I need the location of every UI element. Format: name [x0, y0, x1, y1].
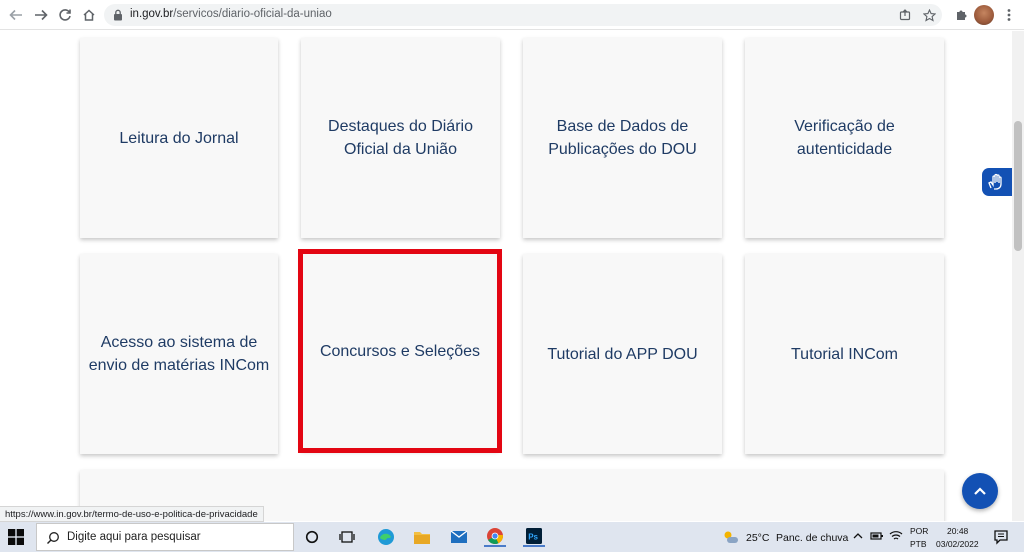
chevron-up-tray-icon[interactable]: [853, 532, 863, 540]
weather-rain-icon: [724, 531, 738, 543]
card-label: Destaques do Diário Oficial da União: [328, 118, 473, 158]
address-url: in.gov.br/servicos/diario-oficial-da-uni…: [130, 8, 332, 20]
card-label: Verificação de autenticidade: [794, 118, 895, 158]
profile-avatar[interactable]: [974, 5, 994, 25]
edge-browser-icon[interactable]: [375, 527, 397, 547]
reload-icon[interactable]: [54, 4, 76, 26]
card-label: Tutorial do APP DOU: [547, 345, 698, 363]
card-label: Leitura do Jornal: [119, 129, 239, 147]
windows-start-icon[interactable]: [8, 529, 24, 545]
file-explorer-icon[interactable]: [411, 527, 433, 547]
forward-arrow-icon[interactable]: [30, 4, 52, 26]
extensions-puzzle-icon[interactable]: [950, 4, 972, 26]
address-bar[interactable]: in.gov.br/servicos/diario-oficial-da-uni…: [104, 4, 942, 26]
bookmark-star-icon[interactable]: [922, 8, 936, 22]
card-verificacao-autenticidade[interactable]: Verificação de autenticidade: [745, 38, 944, 238]
weather-description: Panc. de chuva: [776, 532, 849, 544]
back-arrow-icon[interactable]: [5, 4, 27, 26]
card-label: Base de Dados de Publicações do DOU: [548, 118, 697, 158]
svg-text:Ps: Ps: [528, 533, 538, 542]
keyboard-layout-indicator[interactable]: PTB: [910, 539, 927, 549]
mail-icon[interactable]: [448, 527, 470, 547]
browser-menu-icon[interactable]: [998, 4, 1020, 26]
wifi-icon[interactable]: [889, 530, 903, 542]
card-acesso-incom[interactable]: Acesso ao sistema de envio de matérias I…: [80, 254, 278, 454]
clock-time[interactable]: 20:48: [947, 526, 968, 536]
windows-taskbar: Digite aqui para pesquisar Ps 25°C Panc.…: [0, 522, 1024, 552]
search-placeholder: Digite aqui para pesquisar: [67, 531, 201, 543]
scrollbar-thumb[interactable]: [1014, 121, 1022, 251]
chevron-up-icon: [974, 487, 986, 495]
language-indicator[interactable]: POR: [910, 526, 928, 536]
card-leitura-do-jornal[interactable]: Leitura do Jornal: [80, 38, 278, 238]
page-content: Leitura do Jornal Destaques do Diário Of…: [0, 31, 1012, 521]
battery-icon[interactable]: [870, 531, 884, 541]
lock-icon: [114, 9, 122, 21]
card-concursos-e-selecoes[interactable]: Concursos e Seleções: [298, 249, 502, 453]
card-label: Tutorial INCom: [791, 345, 898, 363]
card-destaques-dou[interactable]: Destaques do Diário Oficial da União: [301, 38, 500, 238]
sign-language-hands-icon: [988, 173, 1002, 190]
share-icon[interactable]: [898, 8, 912, 22]
browser-toolbar: in.gov.br/servicos/diario-oficial-da-uni…: [0, 0, 1024, 30]
search-icon: [47, 532, 59, 544]
card-tutorial-incom[interactable]: Tutorial INCom: [745, 254, 944, 454]
weather-temperature: 25°C: [746, 532, 770, 544]
notification-center-icon[interactable]: [993, 529, 1009, 545]
clock-date[interactable]: 03/02/2022: [936, 539, 979, 549]
page-scrollbar[interactable]: [1012, 31, 1024, 521]
chrome-browser-icon[interactable]: [484, 527, 506, 547]
card-label: Acesso ao sistema de envio de matérias I…: [88, 334, 270, 374]
vlibras-accessibility-button[interactable]: [982, 168, 1012, 196]
photoshop-icon[interactable]: Ps: [523, 527, 545, 547]
card-label: Concursos e Seleções: [319, 342, 481, 360]
task-view-icon[interactable]: [336, 527, 358, 547]
back-to-top-button[interactable]: [962, 473, 998, 509]
cortana-circle-icon[interactable]: [301, 527, 323, 547]
link-status-tooltip: https://www.in.gov.br/termo-de-uso-e-pol…: [0, 506, 264, 522]
home-icon[interactable]: [78, 4, 100, 26]
taskbar-search-box[interactable]: Digite aqui para pesquisar: [36, 523, 294, 551]
card-tutorial-app-dou[interactable]: Tutorial do APP DOU: [523, 254, 722, 454]
card-base-de-dados[interactable]: Base de Dados de Publicações do DOU: [523, 38, 722, 238]
